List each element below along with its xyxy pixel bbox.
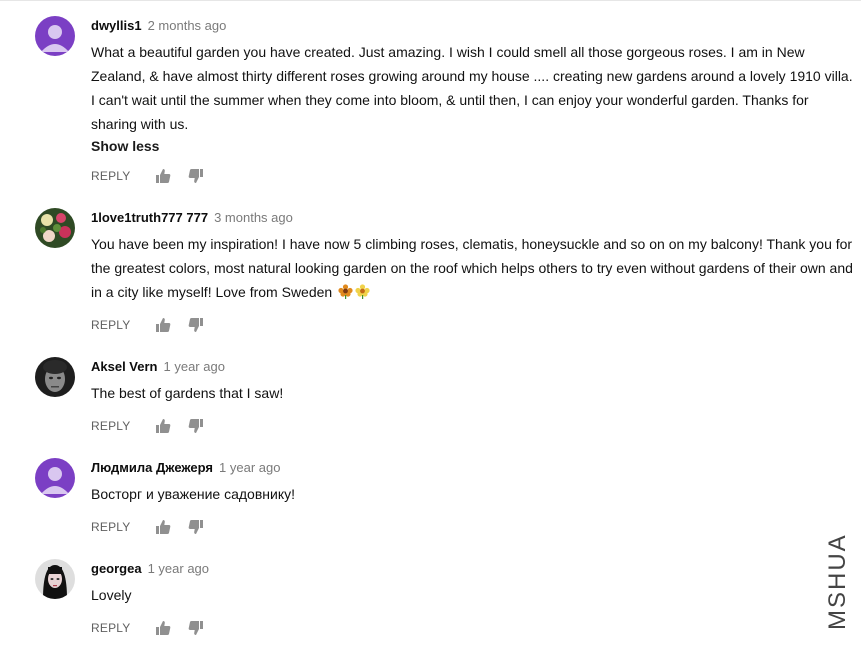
show-less-button[interactable]: Show less <box>91 136 159 156</box>
top-divider <box>0 0 861 1</box>
author-name[interactable]: Людмила Джежеря <box>91 460 213 475</box>
face-avatar-icon <box>35 357 75 397</box>
comment-text: What a beautiful garden you have created… <box>91 44 853 132</box>
comment-header: georgea 1 year ago <box>91 560 209 578</box>
flower-icon <box>338 282 353 299</box>
avatar[interactable] <box>35 208 75 248</box>
timestamp[interactable]: 1 year ago <box>219 460 280 475</box>
comment-header: 1love1truth777 777 3 months ago <box>91 209 293 227</box>
default-avatar-icon <box>35 16 75 56</box>
comment-text-body: You have been my inspiration! I have now… <box>91 236 853 300</box>
thumb-up-icon[interactable] <box>155 519 171 535</box>
reply-button[interactable]: REPLY <box>91 419 130 433</box>
thumb-down-icon[interactable] <box>188 317 204 333</box>
comment-header: Людмила Джежеря 1 year ago <box>91 459 280 477</box>
comment-actions: REPLY <box>91 517 204 537</box>
comment-text: You have been my inspiration! I have now… <box>91 232 856 304</box>
flowers-avatar-icon <box>35 208 75 248</box>
comment-text: Восторг и уважение садовнику! <box>91 486 296 502</box>
reply-button[interactable]: REPLY <box>91 520 130 534</box>
comment-actions: REPLY <box>91 315 204 335</box>
timestamp[interactable]: 2 months ago <box>148 18 227 33</box>
comment-actions: REPLY <box>91 166 204 186</box>
portrait-avatar-icon <box>35 559 75 599</box>
comment-actions: REPLY <box>91 618 204 638</box>
reply-button[interactable]: REPLY <box>91 318 130 332</box>
comment-header: Aksel Vern 1 year ago <box>91 358 225 376</box>
thumb-up-icon[interactable] <box>155 317 171 333</box>
avatar[interactable] <box>35 559 75 599</box>
thumb-up-icon[interactable] <box>155 168 171 184</box>
avatar[interactable] <box>35 458 75 498</box>
author-name[interactable]: dwyllis1 <box>91 18 142 33</box>
reply-button[interactable]: REPLY <box>91 169 130 183</box>
flower-icon <box>355 282 370 299</box>
avatar[interactable] <box>35 16 75 56</box>
timestamp[interactable]: 3 months ago <box>214 210 293 225</box>
comment-text: Lovely <box>91 587 132 603</box>
author-name[interactable]: georgea <box>91 561 142 576</box>
thumb-down-icon[interactable] <box>188 168 204 184</box>
thumb-down-icon[interactable] <box>188 620 204 636</box>
default-avatar-icon <box>35 458 75 498</box>
comment-text: The best of gardens that I saw! <box>91 385 284 401</box>
thumb-down-icon[interactable] <box>188 418 204 434</box>
author-name[interactable]: 1love1truth777 777 <box>91 210 208 225</box>
avatar[interactable] <box>35 357 75 397</box>
comment-actions: REPLY <box>91 416 204 436</box>
thumb-up-icon[interactable] <box>155 620 171 636</box>
timestamp[interactable]: 1 year ago <box>148 561 209 576</box>
thumb-down-icon[interactable] <box>188 519 204 535</box>
reply-button[interactable]: REPLY <box>91 621 130 635</box>
comment-header: dwyllis1 2 months ago <box>91 17 226 35</box>
watermark: MSHUA <box>824 533 851 631</box>
timestamp[interactable]: 1 year ago <box>164 359 225 374</box>
author-name[interactable]: Aksel Vern <box>91 359 158 374</box>
thumb-up-icon[interactable] <box>155 418 171 434</box>
